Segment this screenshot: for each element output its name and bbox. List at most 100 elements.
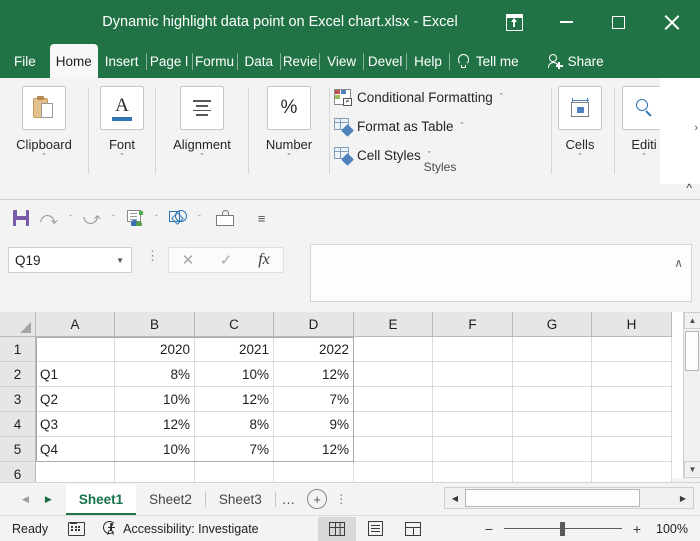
number-button[interactable]: % <box>267 86 311 130</box>
ribbon-display-options-button[interactable] <box>488 0 540 44</box>
tab-review[interactable]: Revie <box>281 44 319 78</box>
cell-b1[interactable]: 2020 <box>115 337 195 362</box>
tab-help[interactable]: Help <box>407 44 449 78</box>
macro-record-icon[interactable] <box>68 522 85 536</box>
tab-file[interactable]: File <box>0 44 50 78</box>
cell-f3[interactable] <box>433 387 513 412</box>
accessibility-status-button[interactable]: Accessibility: Investigate <box>103 521 258 536</box>
cancel-formula-button[interactable]: ✕ <box>169 248 207 272</box>
cell-g1[interactable] <box>513 337 592 362</box>
row-header-4[interactable]: 4 <box>0 412 36 437</box>
row-header-1[interactable]: 1 <box>0 337 36 362</box>
chevron-down-icon[interactable]: ˇ <box>201 153 204 161</box>
column-header-d[interactable]: D <box>274 312 354 337</box>
minimize-button[interactable] <box>540 0 592 44</box>
tab-page-layout[interactable]: Page l <box>147 44 192 78</box>
chevron-down-icon[interactable]: ▼ <box>116 256 124 265</box>
cell-c5[interactable]: 7% <box>195 437 274 462</box>
ribbon-group-number[interactable]: % Number ˇ <box>249 78 329 184</box>
chevron-down-icon[interactable]: ˇ <box>43 153 46 161</box>
chevron-down-icon[interactable]: ˇ <box>288 153 291 161</box>
column-header-e[interactable]: E <box>354 312 433 337</box>
sheet-resize-grip[interactable]: ⋮ <box>335 495 347 504</box>
cell-c1[interactable]: 2021 <box>195 337 274 362</box>
send-to-mail-recipient-button[interactable] <box>122 205 148 231</box>
chevron-down-icon[interactable]: ˇ <box>121 153 124 161</box>
vertical-scrollbar[interactable]: ▲ ▼ <box>683 312 700 478</box>
redo-button[interactable]: ⤻ <box>79 205 105 231</box>
cell-h2[interactable] <box>592 362 672 387</box>
chevron-down-icon[interactable]: ˇ <box>643 153 646 161</box>
column-header-c[interactable]: C <box>195 312 274 337</box>
shapes-dropdown-chevron-icon[interactable]: ˇ <box>193 214 206 223</box>
chevron-down-icon[interactable]: ˇ <box>428 150 431 160</box>
insert-function-button[interactable]: fx <box>245 248 283 272</box>
attach-email-button[interactable] <box>212 205 238 231</box>
column-header-f[interactable]: F <box>433 312 513 337</box>
cell-b4[interactable]: 12% <box>115 412 195 437</box>
tab-data[interactable]: Data <box>238 44 281 78</box>
cell-f4[interactable] <box>433 412 513 437</box>
font-button[interactable]: A <box>100 86 144 130</box>
chevron-down-icon[interactable]: ˇ <box>500 92 503 102</box>
clipboard-button[interactable] <box>22 86 66 130</box>
cell-e4[interactable] <box>354 412 433 437</box>
share-button[interactable]: Share <box>541 44 614 78</box>
row-header-2[interactable]: 2 <box>0 362 36 387</box>
row-header-3[interactable]: 3 <box>0 387 36 412</box>
normal-view-button[interactable] <box>318 517 356 541</box>
alignment-button[interactable] <box>180 86 224 130</box>
cell-f1[interactable] <box>433 337 513 362</box>
chevron-down-icon[interactable]: ˇ <box>461 121 464 131</box>
column-header-g[interactable]: G <box>513 312 592 337</box>
cell-f2[interactable] <box>433 362 513 387</box>
shapes-button[interactable] <box>165 205 191 231</box>
cell-a3[interactable]: Q2 <box>36 387 115 412</box>
format-as-table-button[interactable]: Format as Table ˇ <box>330 113 550 139</box>
cell-a5[interactable]: Q4 <box>36 437 115 462</box>
cell-g2[interactable] <box>513 362 592 387</box>
column-header-a[interactable]: A <box>36 312 115 337</box>
horizontal-scroll-thumb[interactable] <box>465 489 640 507</box>
redo-dropdown-chevron-icon[interactable]: ˇ <box>107 214 120 223</box>
chevron-down-icon[interactable]: ˇ <box>579 153 582 161</box>
cell-e1[interactable] <box>354 337 433 362</box>
ribbon-group-font[interactable]: A Font ˇ <box>89 78 155 184</box>
more-sheets-ellipsis[interactable]: … <box>276 492 302 507</box>
mail-dropdown-chevron-icon[interactable]: ˇ <box>150 214 163 223</box>
sheet-tab-sheet3[interactable]: Sheet3 <box>206 484 275 515</box>
tab-formulas[interactable]: Formu <box>193 44 237 78</box>
cell-h4[interactable] <box>592 412 672 437</box>
cell-f5[interactable] <box>433 437 513 462</box>
add-sheet-button[interactable]: + <box>307 489 327 509</box>
cell-d2[interactable]: 12% <box>274 362 354 387</box>
conditional-formatting-button[interactable]: ≠ Conditional Formatting ˇ <box>330 84 550 110</box>
customize-qat-button[interactable]: ≡ <box>248 205 274 231</box>
row-header-5[interactable]: 5 <box>0 437 36 462</box>
horizontal-scrollbar[interactable]: ◀ ▶ <box>444 487 694 509</box>
horizontal-scroll-track[interactable] <box>465 488 673 508</box>
ribbon-overflow-chevron-icon[interactable]: › <box>694 122 698 134</box>
save-button[interactable] <box>8 205 34 231</box>
next-sheet-button[interactable]: ▶ <box>45 494 52 505</box>
cell-a1[interactable] <box>36 337 115 362</box>
zoom-out-button[interactable]: − <box>483 521 495 537</box>
column-header-b[interactable]: B <box>115 312 195 337</box>
cell-e3[interactable] <box>354 387 433 412</box>
scroll-down-button[interactable]: ▼ <box>684 461 700 478</box>
cell-e2[interactable] <box>354 362 433 387</box>
ribbon-group-clipboard[interactable]: Clipboard ˇ <box>0 78 88 184</box>
cell-b2[interactable]: 8% <box>115 362 195 387</box>
column-header-h[interactable]: H <box>592 312 672 337</box>
cell-e5[interactable] <box>354 437 433 462</box>
cell-h5[interactable] <box>592 437 672 462</box>
cell-d1[interactable]: 2022 <box>274 337 354 362</box>
cell-c3[interactable]: 12% <box>195 387 274 412</box>
tab-home[interactable]: Home <box>50 44 98 78</box>
zoom-slider-thumb[interactable] <box>560 522 565 536</box>
sheet-tab-sheet2[interactable]: Sheet2 <box>136 484 205 515</box>
tell-me-button[interactable]: Tell me <box>450 44 527 78</box>
cell-c2[interactable]: 10% <box>195 362 274 387</box>
ribbon-group-alignment[interactable]: Alignment ˇ <box>156 78 248 184</box>
zoom-level-label[interactable]: 100% <box>652 522 688 536</box>
